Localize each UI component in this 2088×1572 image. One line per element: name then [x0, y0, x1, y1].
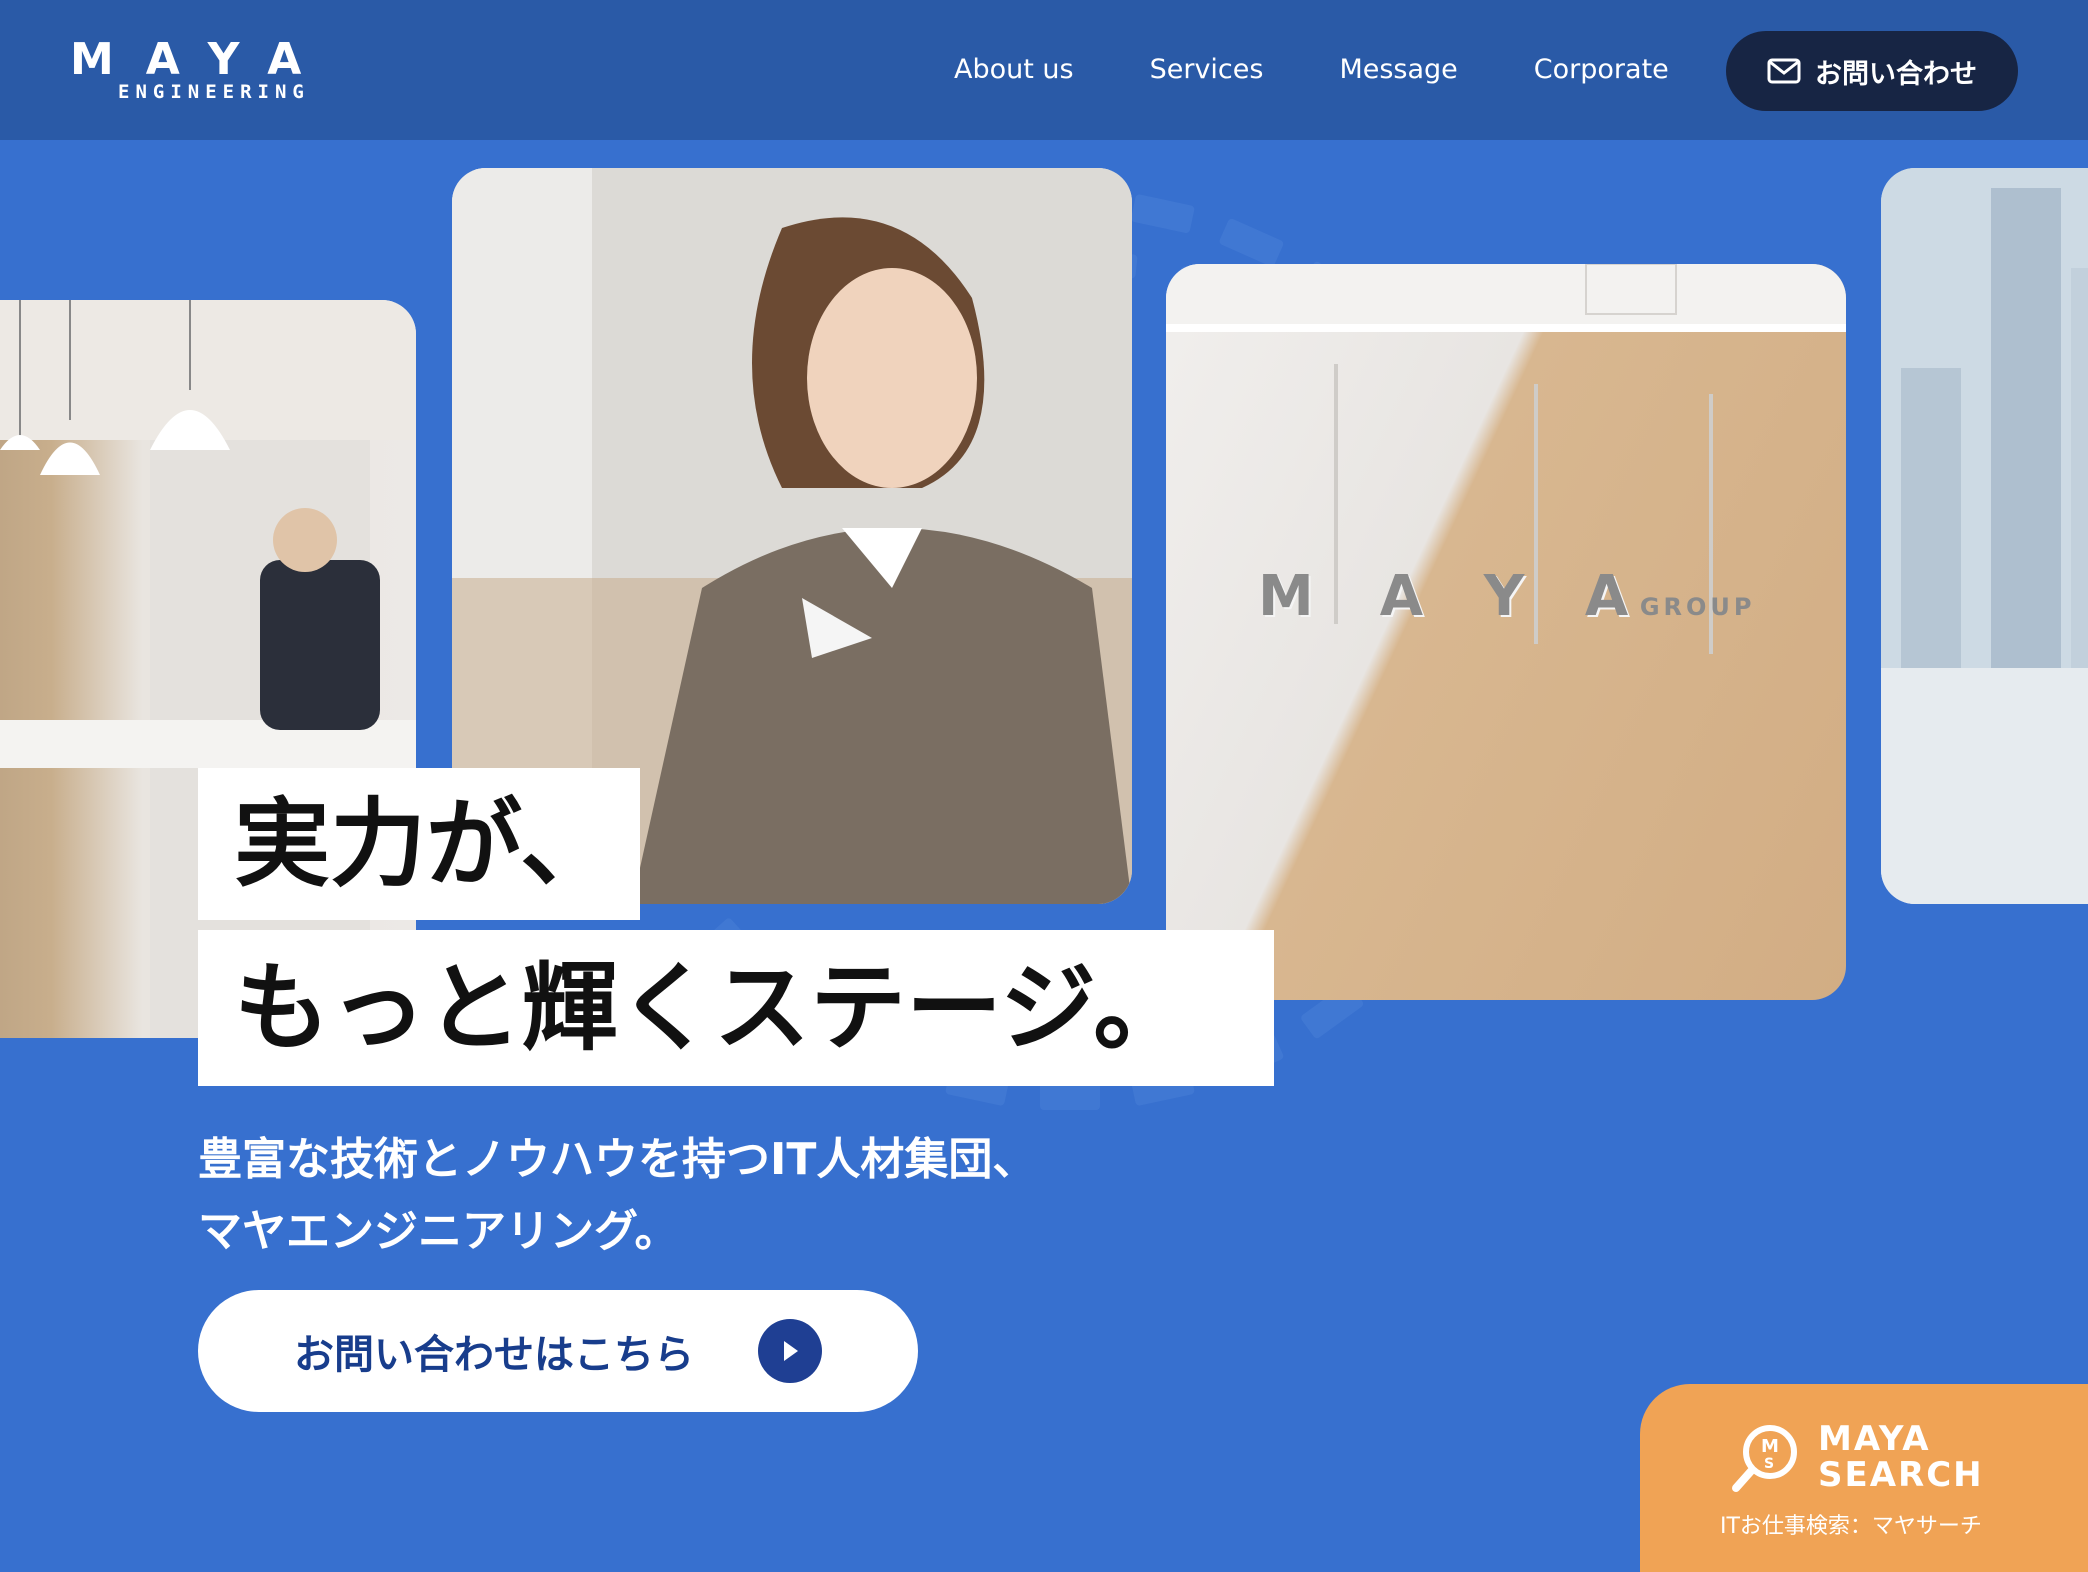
- site-header: MAYA ENGINEERING About us Services Messa…: [0, 0, 2088, 140]
- lobby-sign: MAYA GROUP: [1258, 564, 1816, 629]
- maya-search-badge[interactable]: M S MAYA SEARCH ITお仕事検索：マヤサーチ: [1640, 1384, 2088, 1572]
- contact-cta-button[interactable]: お問い合わせはこちら: [198, 1290, 918, 1412]
- contact-button[interactable]: お問い合わせ: [1726, 31, 2018, 111]
- svg-text:M: M: [1761, 1436, 1779, 1457]
- photo-maya-group-lobby: MAYA GROUP: [1166, 264, 1846, 1000]
- hero-subcopy-line2: マヤエンジニアリング。: [198, 1206, 679, 1257]
- maya-search-logo: M S MAYA SEARCH: [1730, 1420, 1984, 1494]
- hero-headline-line1: 実力が、: [198, 768, 640, 920]
- hero-subcopy-line1: 豊富な技術とノウハウを持つIT人材集団、: [198, 1134, 1037, 1185]
- lobby-illustration: [1166, 264, 1846, 654]
- svg-text:S: S: [1764, 1456, 1774, 1472]
- play-arrow-icon: [758, 1319, 822, 1383]
- lobby-sign-word: MAYA: [1258, 564, 1695, 629]
- nav-message[interactable]: Message: [1339, 52, 1457, 88]
- photo-office-lounge: [0, 300, 416, 1038]
- logo-wordmark: MAYA: [70, 34, 334, 85]
- badge-title-line2: SEARCH: [1818, 1455, 1984, 1495]
- city-window-illustration: [1881, 168, 2088, 904]
- cta-label: お問い合わせはこちら: [294, 1332, 694, 1378]
- badge-caption: ITお仕事検索：マヤサーチ: [1720, 1514, 1982, 1539]
- logo-subtitle: ENGINEERING: [118, 81, 310, 103]
- magnifier-icon: M S: [1732, 1425, 1797, 1492]
- contact-button-label: お問い合わせ: [1815, 58, 1977, 90]
- badge-title-line1: MAYA: [1818, 1419, 1931, 1459]
- lobby-sign-sub: GROUP: [1639, 593, 1756, 621]
- photo-city-window: [1881, 168, 2088, 904]
- mail-icon: [1767, 58, 1801, 84]
- maya-engineering-logo[interactable]: MAYA ENGINEERING: [70, 38, 370, 108]
- nav-services[interactable]: Services: [1150, 52, 1264, 88]
- hero-subcopy: 豊富な技術とノウハウを持つIT人材集団、 マヤエンジニアリング。: [198, 1124, 1036, 1268]
- nav-corporate[interactable]: Corporate: [1534, 52, 1669, 88]
- office-lounge-illustration: [0, 300, 416, 1038]
- hero-headline-line2: もっと輝くステージ。: [198, 930, 1274, 1086]
- nav-about-us[interactable]: About us: [954, 52, 1074, 88]
- main-nav: About us Services Message Corporate: [954, 52, 1745, 88]
